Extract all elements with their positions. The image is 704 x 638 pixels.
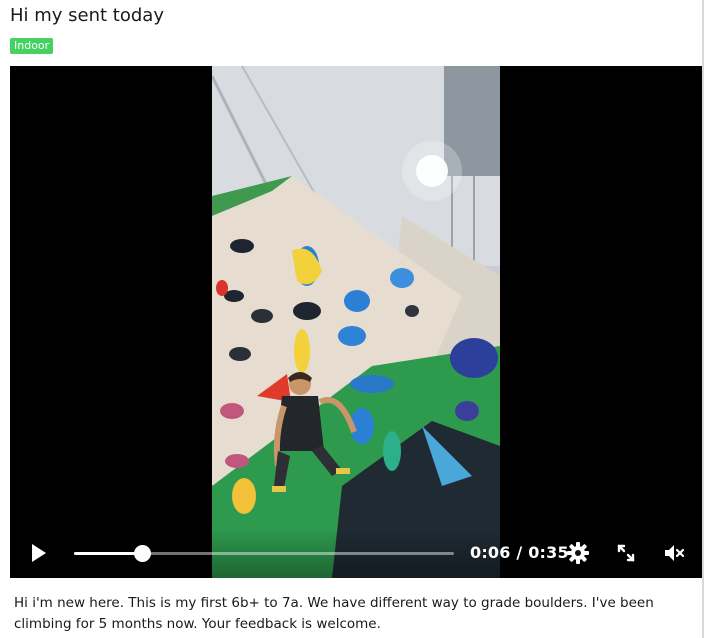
seek-progress [74, 552, 143, 555]
time-display: 0:06 / 0:35 [470, 542, 569, 564]
post-title[interactable]: Hi my sent today [10, 4, 164, 28]
volume-muted-icon[interactable] [662, 541, 686, 565]
post-body: Hi i'm new here. This is my first 6b+ to… [14, 595, 654, 632]
seek-bar[interactable] [74, 545, 454, 562]
flair-badge[interactable]: Indoor [10, 38, 54, 54]
video-frame-image [212, 66, 500, 578]
expand-icon[interactable] [614, 541, 638, 565]
seek-handle[interactable] [134, 545, 152, 562]
play-icon[interactable] [26, 541, 50, 565]
video-controls: 0:06 / 0:35 [10, 528, 702, 578]
time-separator: / [516, 543, 523, 562]
duration: 0:35 [528, 543, 569, 562]
video-player[interactable]: 0:06 / 0:35 [10, 66, 702, 578]
current-time: 0:06 [470, 543, 511, 562]
video-frame[interactable] [212, 66, 500, 578]
gear-icon[interactable] [566, 541, 590, 565]
